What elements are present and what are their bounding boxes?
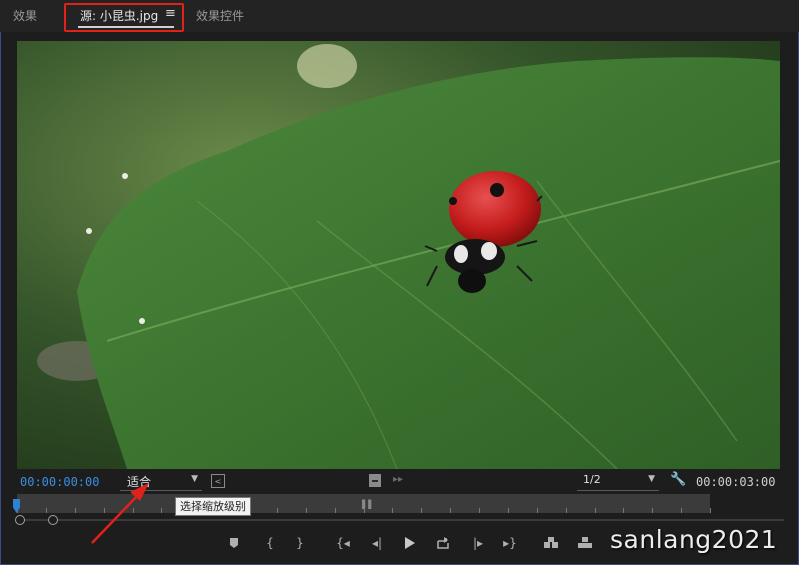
ruler-tick [161,508,163,513]
zoom-level-dropdown[interactable]: 适合 ▼ [120,473,202,491]
ruler-tick [305,508,307,513]
watermark-text: sanlang2021 [610,525,778,554]
marker-icon[interactable] [369,474,381,487]
go-to-out-icon[interactable]: ▸} [501,535,519,551]
ruler-tick [652,508,654,513]
zoom-level-value: 适合 [127,475,152,489]
insert-icon[interactable] [542,535,560,551]
chevron-down-icon: ▼ [648,474,655,484]
ruler-tick [103,508,105,513]
ruler-tick [45,508,47,513]
tab-effect-controls[interactable]: 效果控件 [196,7,244,24]
zoom-scrollbar-track[interactable] [20,519,784,521]
current-timecode[interactable]: 00:00:00:00 [20,475,99,489]
ruler-tick [276,508,278,513]
add-marker-icon[interactable] [225,535,243,551]
ruler-tick [74,508,76,513]
ruler-tick [392,508,394,513]
ruler-tick [681,508,683,513]
ruler-tick [710,508,711,513]
tab-effects[interactable]: 效果 [13,7,37,24]
duration-timecode: 00:00:03:00 [696,475,776,489]
step-back-icon[interactable]: ◂| [368,535,386,551]
ruler-tick [623,508,625,513]
ruler-tick [594,508,596,513]
resolution-value: 1/2 [583,473,601,486]
zoom-tooltip: 选择缩放级别 [175,497,251,516]
go-to-in-icon[interactable]: {◂ [334,535,352,551]
mark-in-icon[interactable]: { [261,535,279,551]
ruler-tick [479,508,480,513]
annotation-highlight-box [64,3,184,32]
loop-icon[interactable] [434,535,452,551]
ruler-tick [507,508,509,513]
ruler-tick [334,508,336,513]
source-preview-image [17,41,780,469]
mark-out-icon[interactable]: } [291,535,309,551]
ladybug-on-leaf-image [17,41,780,469]
zoom-scrollbar-right-handle[interactable] [48,515,58,525]
ruler-tick [450,508,452,513]
zoom-scrollbar-left-handle[interactable] [15,515,25,525]
safe-margins-icon[interactable]: < [211,474,225,488]
chevron-down-icon: ▼ [191,474,198,484]
fast-forward-icon: ▸▸ [393,474,404,485]
overwrite-icon[interactable] [576,535,594,551]
ruler-tick [421,508,423,513]
ruler-tick [565,508,567,513]
panel-tab-bar: 效果 源: 小昆虫.jpg ≡ 效果控件 [0,0,799,32]
ruler-tick [132,508,134,513]
wrench-settings-icon[interactable]: 🔧 [670,472,686,487]
ruler-ticks [17,504,711,513]
ruler-tick [363,508,365,513]
playback-resolution-dropdown[interactable]: 1/2 ▼ [577,473,659,491]
play-icon[interactable] [400,535,418,551]
step-forward-icon[interactable]: |▸ [469,535,487,551]
ruler-tick [536,508,538,513]
